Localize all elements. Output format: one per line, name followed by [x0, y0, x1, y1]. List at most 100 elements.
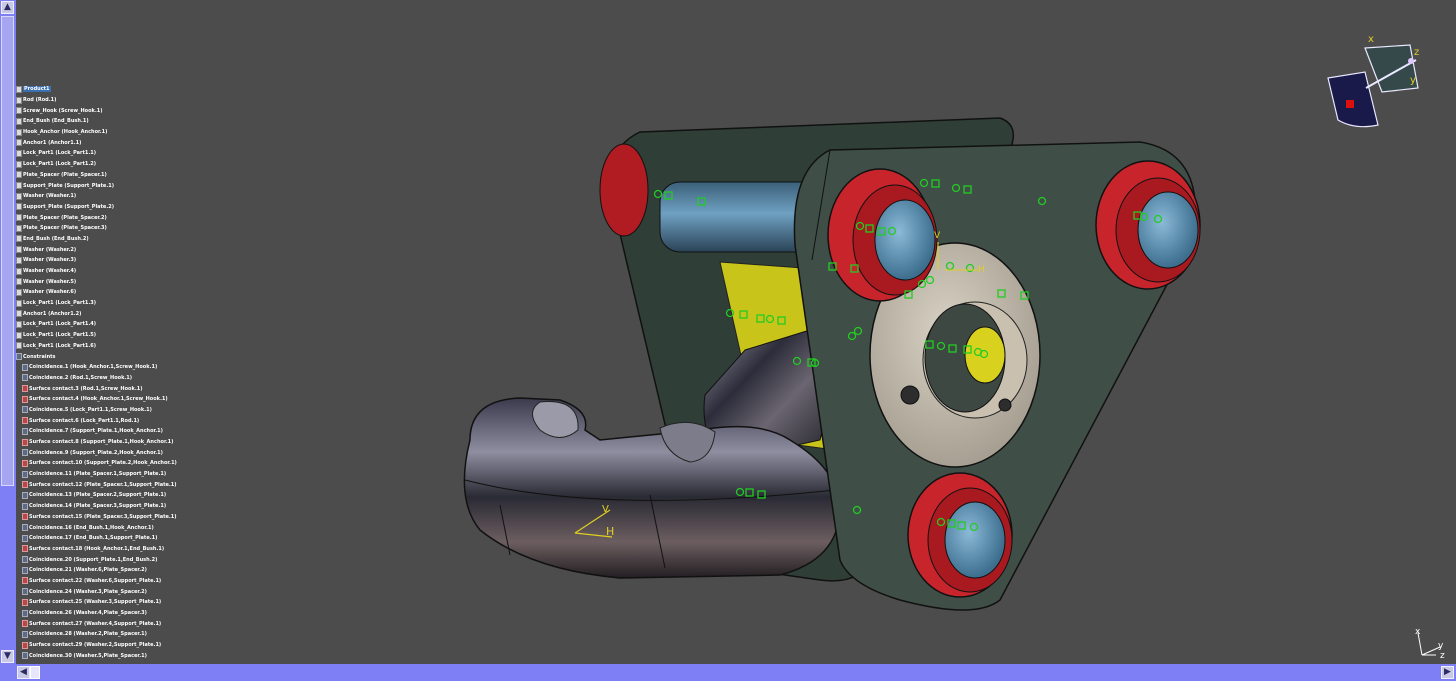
tree-constraint-item[interactable]: Surface contact.3 (Rod.1,Screw_Hook.1)	[22, 383, 186, 394]
part-icon	[16, 139, 22, 147]
tree-constraint-item[interactable]: Coincidence.17 (End_Bush.1,Support_Plate…	[22, 533, 186, 544]
tree-constraint-item[interactable]: Coincidence.5 (Lock_Part1.1,Screw_Hook.1…	[22, 405, 186, 416]
part-label: Plate_Spacer (Plate_Spacer.2)	[23, 214, 107, 221]
tree-constraint-item[interactable]: Coincidence.16 (End_Bush.1,Hook_Anchor.1…	[22, 522, 186, 533]
lock-ring-bottom[interactable]	[907, 472, 1013, 598]
constraint-label: Surface contact.10 (Support_Plate.2,Hook…	[29, 460, 177, 467]
constraint-label: Surface contact.18 (Hook_Anchor.1,End_Bu…	[29, 545, 165, 552]
constraint-label: Surface contact.4 (Hook_Anchor.1,Screw_H…	[29, 396, 168, 403]
tree-constraint-item[interactable]: Surface contact.8 (Support_Plate.1,Hook_…	[22, 437, 186, 448]
tree-part-item[interactable]: Support_Plate (Support_Plate.2)	[16, 202, 186, 213]
tree-constraint-item[interactable]: Surface contact.18 (Hook_Anchor.1,End_Bu…	[22, 544, 186, 555]
tree-part-item[interactable]: Washer (Washer.2)	[16, 244, 186, 255]
part-label: Anchor1 (Anchor1.2)	[23, 310, 82, 317]
tree-part-item[interactable]: Washer (Washer.6)	[16, 287, 186, 298]
tree-part-item[interactable]: Lock_Part1 (Lock_Part1.3)	[16, 298, 186, 309]
constraint-label: Coincidence.17 (End_Bush.1,Support_Plate…	[29, 535, 158, 542]
part-icon	[16, 342, 22, 350]
part-icon	[16, 267, 22, 275]
part-label: Washer (Washer.6)	[23, 289, 77, 296]
tree-constraint-item[interactable]: Surface contact.25 (Washer.3,Support_Pla…	[22, 597, 186, 608]
constraint-label: Surface contact.3 (Rod.1,Screw_Hook.1)	[29, 385, 143, 392]
tree-part-item[interactable]: Plate_Spacer (Plate_Spacer.3)	[16, 223, 186, 234]
tree-constraint-item[interactable]: Surface contact.15 (Plate_Spacer.3,Suppo…	[22, 512, 186, 523]
horizontal-scroll-thumb[interactable]	[30, 666, 40, 679]
assembly-model[interactable]: V H V H x z y x y z	[0, 0, 1456, 664]
tree-part-item[interactable]: Hook_Anchor (Hook_Anchor.1)	[16, 127, 186, 138]
tree-constraint-item[interactable]: Coincidence.30 (Washer.5,Plate_Spacer.1)	[22, 650, 186, 661]
tree-part-item[interactable]: Lock_Part1 (Lock_Part1.5)	[16, 330, 186, 341]
tree-part-item[interactable]: Plate_Spacer (Plate_Spacer.2)	[16, 212, 186, 223]
lock-ring-back[interactable]	[599, 143, 649, 237]
constraint-label: Coincidence.13 (Plate_Spacer.2,Support_P…	[29, 492, 167, 499]
tree-constraint-item[interactable]: Coincidence.28 (Washer.2,Plate_Spacer.1)	[22, 629, 186, 640]
specification-tree[interactable]: Product1 Rod (Rod.1) Screw_Hook (Screw_Ho…	[16, 84, 186, 664]
product-icon	[16, 85, 22, 93]
tree-part-item[interactable]: Anchor1 (Anchor1.1)	[16, 137, 186, 148]
surface-contact-icon	[22, 481, 28, 489]
tree-part-item[interactable]: End_Bush (End_Bush.1)	[16, 116, 186, 127]
tree-constraint-item[interactable]: Coincidence.13 (Plate_Spacer.2,Support_P…	[22, 490, 186, 501]
part-label: Washer (Washer.5)	[23, 278, 77, 285]
tree-constraint-item[interactable]: Coincidence.9 (Support_Plate.2,Hook_Anch…	[22, 447, 186, 458]
vertical-scroll-thumb[interactable]	[1, 16, 14, 486]
tree-part-item[interactable]: Anchor1 (Anchor1.2)	[16, 308, 186, 319]
tree-part-item[interactable]: Rod (Rod.1)	[16, 95, 186, 106]
tree-part-item[interactable]: Washer (Washer.3)	[16, 255, 186, 266]
tree-constraint-item[interactable]: Coincidence.1 (Hook_Anchor.1,Screw_Hook.…	[22, 362, 186, 373]
tree-constraint-item[interactable]: Coincidence.14 (Plate_Spacer.3,Support_P…	[22, 501, 186, 512]
part-label: Lock_Part1 (Lock_Part1.3)	[23, 300, 96, 307]
tree-part-item[interactable]: Washer (Washer.4)	[16, 266, 186, 277]
tree-constraint-item[interactable]: Coincidence.24 (Washer.3,Plate_Spacer.2)	[22, 586, 186, 597]
tree-part-item[interactable]: Washer (Washer.1)	[16, 191, 186, 202]
tree-part-item[interactable]: End_Bush (End_Bush.2)	[16, 234, 186, 245]
scroll-down-button[interactable]: ▼	[1, 650, 14, 663]
part-icon	[16, 182, 22, 190]
tree-constraint-item[interactable]: Coincidence.20 (Support_Plate.1,End_Bush…	[22, 554, 186, 565]
part-icon	[16, 310, 22, 318]
tree-constraint-item[interactable]: Surface contact.12 (Plate_Spacer.1,Suppo…	[22, 479, 186, 490]
compass-widget[interactable]: x z y	[1327, 34, 1419, 128]
part-label: Rod (Rod.1)	[23, 97, 57, 104]
tree-part-item[interactable]: Plate_Spacer (Plate_Spacer.1)	[16, 170, 186, 181]
constraint-label: Surface contact.15 (Plate_Spacer.3,Suppo…	[29, 513, 177, 520]
tree-part-item[interactable]: Lock_Part1 (Lock_Part1.2)	[16, 159, 186, 170]
tree-constraint-item[interactable]: Surface contact.10 (Support_Plate.2,Hook…	[22, 458, 186, 469]
tree-constraint-item[interactable]: Surface contact.4 (Hook_Anchor.1,Screw_H…	[22, 394, 186, 405]
coincidence-icon	[22, 363, 28, 371]
constraint-label: Coincidence.5 (Lock_Part1.1,Screw_Hook.1…	[29, 406, 152, 413]
part-label: Support_Plate (Support_Plate.1)	[23, 182, 114, 189]
surface-contact-icon	[22, 438, 28, 446]
coincidence-icon	[22, 427, 28, 435]
tree-constraints-node[interactable]: Constraints	[16, 351, 186, 362]
tree-constraint-item[interactable]: Surface contact.29 (Washer.2,Support_Pla…	[22, 640, 186, 651]
tree-part-item[interactable]: Screw_Hook (Screw_Hook.1)	[16, 105, 186, 116]
tree-constraint-item[interactable]: Coincidence.21 (Washer.6,Plate_Spacer.2)	[22, 565, 186, 576]
horizontal-scrollbar[interactable]: ◀ ▶	[0, 664, 1456, 681]
coincidence-icon	[22, 652, 28, 660]
part-icon	[16, 171, 22, 179]
3d-viewport[interactable]: V H V H x z y x y z Product1 Rod (Rod.1)…	[0, 0, 1456, 664]
tree-constraint-item[interactable]: Coincidence.2 (Rod.1,Screw_Hook.1)	[22, 373, 186, 384]
lock-ring-top-right[interactable]	[1095, 160, 1201, 290]
coincidence-icon	[22, 630, 28, 638]
tree-constraint-item[interactable]: Surface contact.27 (Washer.4,Support_Pla…	[22, 618, 186, 629]
tree-constraint-item[interactable]: Surface contact.6 (Lock_Part1.1,Rod.1)	[22, 415, 186, 426]
tree-constraint-item[interactable]: Coincidence.11 (Plate_Spacer.1,Support_P…	[22, 469, 186, 480]
coincidence-icon	[22, 556, 28, 564]
scroll-up-button[interactable]: ▲	[1, 1, 14, 14]
tree-part-item[interactable]: Support_Plate (Support_Plate.1)	[16, 180, 186, 191]
scroll-left-button[interactable]: ◀	[17, 666, 30, 679]
part-icon	[16, 214, 22, 222]
scroll-right-button[interactable]: ▶	[1441, 666, 1454, 679]
tree-root[interactable]: Product1	[16, 84, 186, 95]
tree-part-item[interactable]: Washer (Washer.5)	[16, 276, 186, 287]
tree-part-item[interactable]: Lock_Part1 (Lock_Part1.4)	[16, 319, 186, 330]
tree-constraint-item[interactable]: Coincidence.7 (Support_Plate.1,Hook_Anch…	[22, 426, 186, 437]
tree-constraint-item[interactable]: Surface contact.22 (Washer.6,Support_Pla…	[22, 576, 186, 587]
coincidence-icon	[22, 374, 28, 382]
tree-part-item[interactable]: Lock_Part1 (Lock_Part1.1)	[16, 148, 186, 159]
vertical-scrollbar[interactable]: ▲ ▼	[0, 0, 16, 664]
tree-part-item[interactable]: Lock_Part1 (Lock_Part1.6)	[16, 341, 186, 352]
tree-constraint-item[interactable]: Coincidence.26 (Washer.4,Plate_Spacer.3)	[22, 608, 186, 619]
